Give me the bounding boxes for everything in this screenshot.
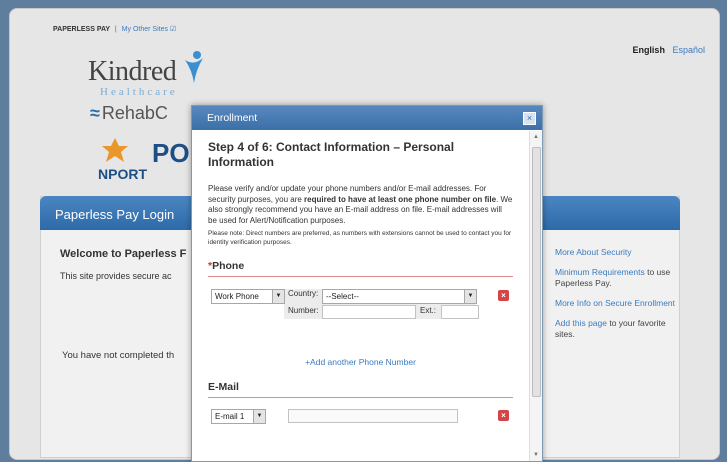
my-other-sites-link[interactable]: My Other Sites: [122, 26, 168, 33]
number-label: Number:: [288, 306, 319, 315]
top-bar: PAPERLESS PAY | My Other Sites ☑: [53, 25, 176, 33]
sun-logo-icon: [102, 138, 128, 162]
modal-scrollbar[interactable]: ▲ ▼: [529, 131, 542, 461]
welcome-heading: Welcome to Paperless F: [60, 248, 187, 260]
scroll-thumb[interactable]: [532, 147, 541, 397]
modal-titlebar: Enrollment ×: [192, 106, 542, 130]
modal-content: Step 4 of 6: Contact Information – Perso…: [208, 140, 513, 425]
more-about-security-link[interactable]: More About Security: [555, 247, 632, 257]
country-value: --Select--: [326, 292, 359, 301]
enrollment-modal: Enrollment × ▲ ▼ Step 4 of 6: Contact In…: [191, 105, 543, 462]
rehab-logo: ≈ RehabC: [90, 103, 168, 124]
right-link-favorites: Add this page to your favorite sites.: [555, 318, 675, 340]
separator: |: [114, 26, 117, 33]
nport-logo: NPORT: [98, 166, 147, 182]
language-switcher: English Español: [632, 45, 705, 55]
wave-icon: ≈: [90, 103, 100, 123]
po-logo: PO: [152, 138, 190, 168]
add-phone-link[interactable]: +Add another Phone Number: [208, 357, 513, 367]
delete-email-icon[interactable]: ×: [498, 410, 509, 421]
english-link[interactable]: English: [632, 45, 665, 55]
country-label: Country:: [288, 289, 319, 298]
login-title: Paperless Pay Login: [55, 207, 175, 222]
phone-number-input[interactable]: [322, 305, 416, 319]
instructions: Please verify and/or update your phone n…: [208, 184, 513, 226]
phone-title: Phone: [212, 260, 245, 272]
instructions-required: required to have at least one phone numb…: [304, 194, 497, 204]
dropdown-icon[interactable]: ☑: [170, 26, 176, 33]
email-row: E-mail 1 ▼ ×: [208, 409, 513, 425]
country-select[interactable]: --Select-- ▼: [322, 289, 477, 304]
email-input[interactable]: [288, 409, 458, 423]
kindred-logo: Kindred: [88, 51, 203, 88]
chevron-down-icon[interactable]: ▼: [253, 410, 265, 423]
modal-title: Enrollment: [207, 112, 258, 124]
email-type-select[interactable]: E-mail 1 ▼: [211, 409, 266, 424]
phone-row: Work Phone ▼ Country: --Select-- ▼ Number:…: [208, 289, 513, 321]
close-icon[interactable]: ×: [523, 112, 536, 125]
chevron-down-icon[interactable]: ▼: [272, 290, 284, 303]
kindred-figure-icon: [185, 51, 203, 83]
kindred-logo-text: Kindred: [88, 56, 177, 87]
phone-type-select[interactable]: Work Phone ▼: [211, 289, 285, 304]
not-completed-message: You have not completed th: [62, 350, 175, 361]
site-name: PAPERLESS PAY: [53, 26, 110, 33]
direct-number-note: Please note: Direct numbers are preferre…: [208, 230, 512, 246]
ext-label: Ext.:: [420, 306, 437, 315]
phone-type-value: Work Phone: [215, 292, 259, 301]
right-link-requirements: Minimum Requirements to use Paperless Pa…: [555, 267, 675, 289]
step-heading: Step 4 of 6: Contact Information – Perso…: [208, 140, 455, 169]
site-description: This site provides secure ac: [60, 271, 172, 281]
scroll-up-icon[interactable]: ▲: [533, 134, 539, 140]
right-link-enrollment: More Info on Secure Enrollment: [555, 298, 675, 309]
kindred-logo-subtitle: Healthcare: [100, 86, 178, 98]
right-link-security: More About Security: [555, 247, 675, 258]
phone-section-title: *Phone: [208, 260, 513, 277]
secure-enrollment-link[interactable]: More Info on Secure Enrollment: [555, 298, 675, 308]
ext-input[interactable]: [441, 305, 479, 319]
rehab-logo-text: RehabC: [101, 103, 168, 123]
add-this-page-link[interactable]: Add this page: [555, 318, 607, 328]
chevron-down-icon[interactable]: ▼: [464, 290, 476, 303]
email-type-value: E-mail 1: [215, 412, 245, 421]
minimum-requirements-link[interactable]: Minimum Requirements: [555, 267, 645, 277]
right-links: More About Security Minimum Requirements…: [555, 247, 675, 349]
espanol-link[interactable]: Español: [672, 45, 705, 55]
scroll-down-icon[interactable]: ▼: [533, 452, 539, 458]
email-section-title: E-Mail: [208, 381, 513, 398]
delete-phone-icon[interactable]: ×: [498, 290, 509, 301]
